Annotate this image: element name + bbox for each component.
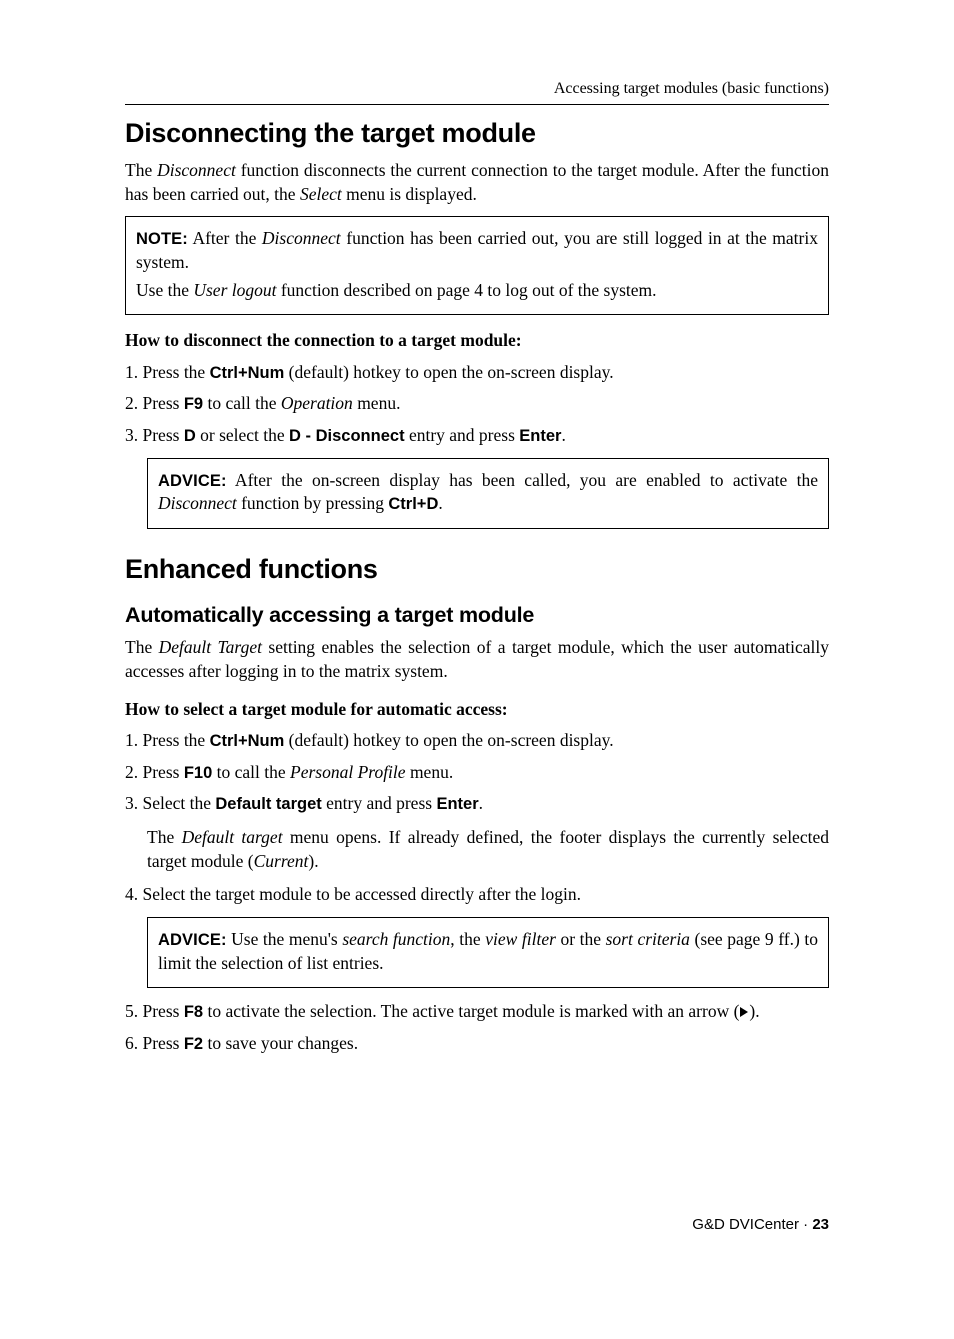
note-box: NOTE: After the Disconnect function has …	[125, 216, 829, 315]
step-3: 3. Press D or select the D - Disconnect …	[125, 424, 829, 448]
arrow-icon	[739, 1006, 749, 1018]
howto-heading-2: How to select a target module for automa…	[125, 698, 829, 722]
note-label: NOTE:	[136, 230, 188, 248]
advice-box-2: ADVICE: Use the menu's search function, …	[147, 917, 829, 988]
step-2: 2. Press F9 to call the Operation menu.	[125, 392, 829, 416]
page: Accessing target modules (basic function…	[0, 0, 954, 1286]
page-number: 23	[812, 1216, 829, 1233]
step-2-4: 4. Select the target module to be access…	[125, 883, 829, 907]
step-1: 1. Press the Ctrl+Num (default) hotkey t…	[125, 361, 829, 385]
advice-label-2: ADVICE:	[158, 931, 227, 949]
section-title-disconnecting: Disconnecting the target module	[125, 115, 829, 151]
intro-paragraph-2: The Default Target setting enables the s…	[125, 636, 829, 683]
steps-list-1: 1. Press the Ctrl+Num (default) hotkey t…	[125, 361, 829, 448]
advice-box-1: ADVICE: After the on-screen display has …	[147, 458, 829, 529]
section-title-enhanced: Enhanced functions	[125, 551, 829, 587]
steps-list-2c: 5. Press F8 to activate the selection. T…	[125, 1000, 829, 1055]
steps-list-2b: 4. Select the target module to be access…	[125, 883, 829, 907]
step-3-sub: The Default target menu opens. If alread…	[147, 826, 829, 873]
intro-paragraph: The Disconnect function disconnects the …	[125, 159, 829, 206]
footer-text: G&D DVICenter ·	[692, 1216, 812, 1233]
howto-heading-1: How to disconnect the connection to a ta…	[125, 329, 829, 353]
step-2-3: 3. Select the Default target entry and p…	[125, 792, 829, 816]
page-footer: G&D DVICenter · 23	[125, 1215, 829, 1235]
step-2-5: 5. Press F8 to activate the selection. T…	[125, 1000, 829, 1024]
step-2-2: 2. Press F10 to call the Personal Profil…	[125, 761, 829, 785]
step-2-6: 6. Press F2 to save your changes.	[125, 1032, 829, 1056]
steps-list-2: 1. Press the Ctrl+Num (default) hotkey t…	[125, 729, 829, 816]
step-2-1: 1. Press the Ctrl+Num (default) hotkey t…	[125, 729, 829, 753]
subsection-title-auto: Automatically accessing a target module	[125, 601, 829, 630]
advice-label-1: ADVICE:	[158, 472, 227, 490]
running-head: Accessing target modules (basic function…	[125, 78, 829, 100]
header-rule	[125, 104, 829, 105]
